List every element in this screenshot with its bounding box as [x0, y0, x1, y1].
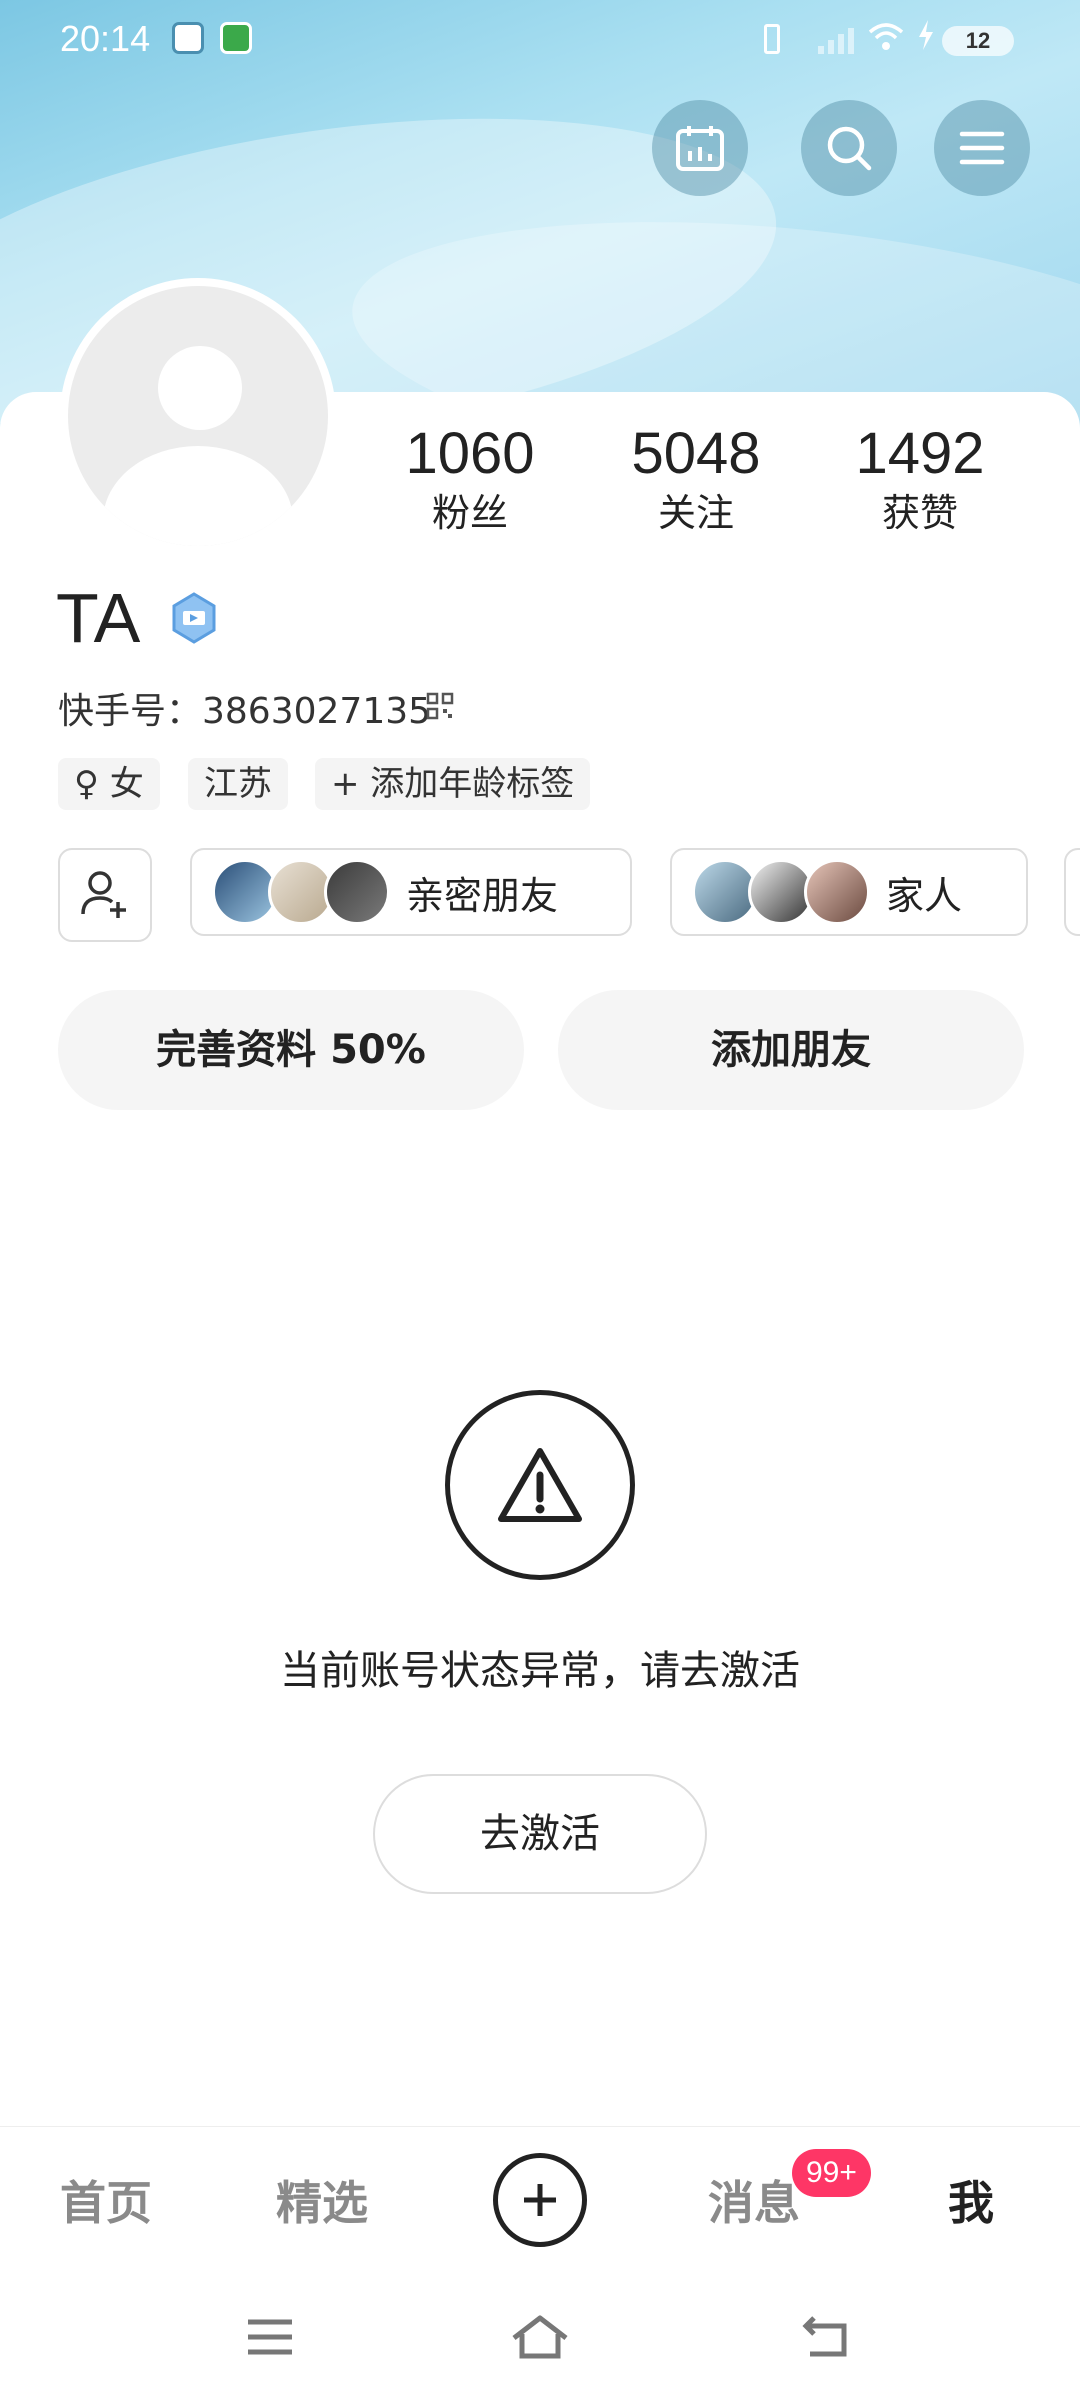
warning-icon [445, 1390, 635, 1580]
stat-value: 1492 [855, 421, 985, 486]
menu-button[interactable] [934, 100, 1030, 196]
add-follow-button[interactable] [58, 848, 152, 942]
calendar-button[interactable] [652, 100, 748, 196]
profile-name: TA [56, 579, 141, 657]
recent-apps-icon[interactable] [240, 2312, 300, 2362]
status-bar: 20:14 12 [0, 0, 1080, 80]
charging-icon [916, 18, 936, 60]
default-avatar-icon [68, 286, 328, 546]
search-icon [827, 126, 872, 171]
kuaishou-id: 快手号：3863027135 [58, 691, 432, 732]
activate-button[interactable]: 去激活 [373, 1774, 707, 1894]
family-circle[interactable]: 家人 [670, 848, 1028, 936]
home-icon[interactable] [510, 2312, 570, 2362]
plus-icon [524, 2184, 556, 2216]
tag-gender[interactable]: ♀ 女 [58, 758, 160, 810]
stat-label: 关注 [657, 491, 734, 535]
battery-indicator: 12 [942, 26, 1014, 56]
search-button[interactable] [801, 100, 897, 196]
nav-messages[interactable]: 消息 [708, 2167, 800, 2233]
add-age-tag-button[interactable]: + 添加年龄标签 [315, 758, 591, 810]
verification-badge-icon[interactable] [168, 592, 220, 644]
nav-featured[interactable]: 精选 [276, 2167, 368, 2233]
signal-icon [818, 24, 858, 54]
complete-profile-button[interactable]: 完善资料 50% [58, 990, 524, 1110]
wifi-icon [868, 22, 904, 60]
menu-icon [959, 131, 1005, 165]
system-navigation-bar [0, 2274, 1080, 2400]
more-circles-card[interactable] [1064, 848, 1080, 936]
stat-value: 1060 [405, 421, 535, 486]
stat-label: 粉丝 [431, 491, 508, 535]
add-person-icon [81, 871, 126, 918]
circle-label: 亲密朋友 [406, 873, 559, 918]
stat-value: 5048 [631, 421, 761, 486]
friend-avatar [324, 859, 390, 925]
notification-app-icon [220, 22, 252, 54]
create-post-button[interactable] [493, 2153, 587, 2247]
stat-label: 获赞 [881, 491, 958, 535]
status-time: 20:14 [60, 18, 151, 59]
account-status-message: 当前账号状态异常，请去激活 [280, 1648, 800, 1694]
message-count-badge: 99+ [792, 2149, 871, 2197]
stat-followers[interactable]: 1060 粉丝 [380, 420, 560, 538]
stat-likes[interactable]: 1492 获赞 [830, 420, 1010, 538]
close-friends-circle[interactable]: 亲密朋友 [190, 848, 632, 936]
back-icon[interactable] [796, 2312, 856, 2362]
friend-avatar [804, 859, 870, 925]
nav-home[interactable]: 首页 [60, 2167, 152, 2233]
tag-location[interactable]: 江苏 [188, 758, 288, 810]
notification-app-icon [172, 22, 204, 54]
vibrate-icon [764, 24, 780, 54]
avatar[interactable] [60, 278, 336, 554]
bottom-navigation: 首页 精选 消息 99+ 我 [0, 2126, 1080, 2274]
nav-me[interactable]: 我 [948, 2167, 994, 2233]
stat-following[interactable]: 5048 关注 [606, 420, 786, 538]
add-friends-button[interactable]: 添加朋友 [558, 990, 1024, 1110]
circle-label: 家人 [886, 873, 963, 918]
calendar-icon [676, 126, 724, 171]
qr-code-icon[interactable] [426, 692, 454, 720]
